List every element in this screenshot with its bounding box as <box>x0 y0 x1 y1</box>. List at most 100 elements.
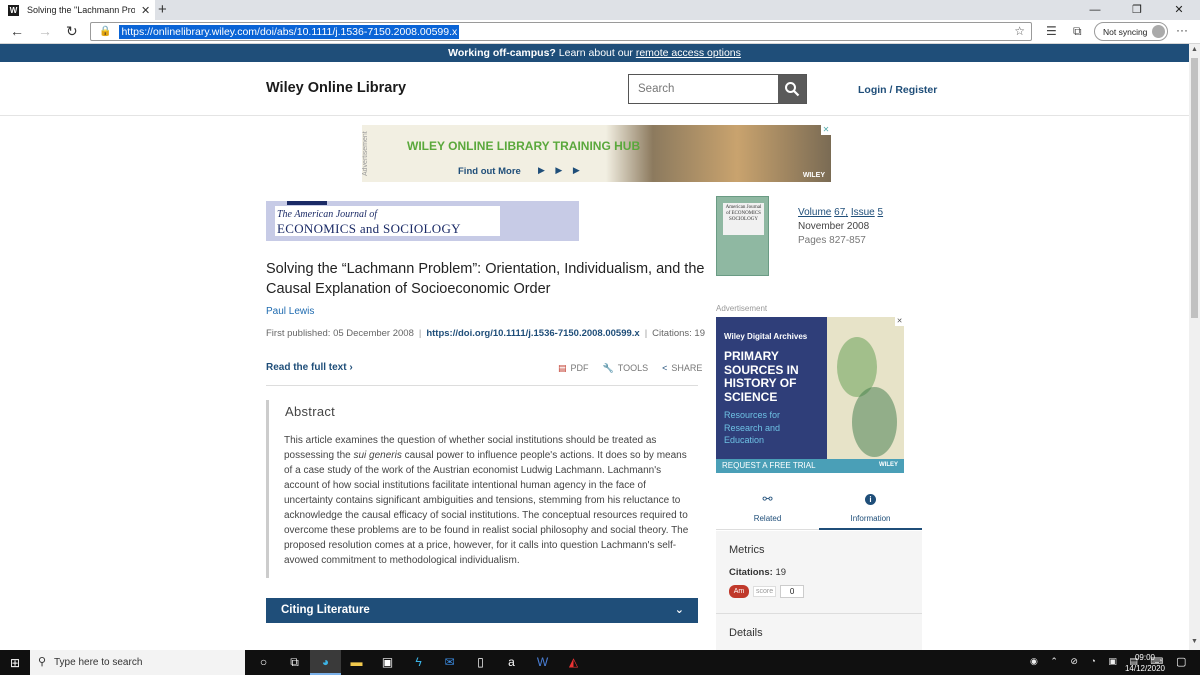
sync-label: Not syncing <box>1103 26 1148 37</box>
scroll-up-icon[interactable]: ▲ <box>1189 46 1200 56</box>
document-icon[interactable]: ▯ <box>465 650 496 675</box>
avatar <box>1152 25 1165 38</box>
acrobat-icon[interactable]: ◭ <box>558 650 589 675</box>
back-icon[interactable]: ← <box>10 23 24 39</box>
close-window-icon[interactable]: ✕ <box>1158 0 1200 20</box>
scroll-down-icon[interactable]: ▼ <box>1189 638 1200 648</box>
digital-archives-ad[interactable]: Wiley Digital Archives PRIMARY SOURCES I… <box>716 317 904 473</box>
free-trial-link[interactable]: REQUEST A FREE TRIAL WILEY <box>716 459 904 473</box>
abstract-heading: Abstract <box>285 404 336 419</box>
new-tab-icon[interactable]: + <box>158 1 167 18</box>
ad-side-logo: WILEY <box>879 462 898 468</box>
refresh-icon[interactable]: ↻ <box>66 23 78 40</box>
notifications-icon[interactable]: ▢ <box>1176 655 1186 668</box>
pdf-button[interactable]: ▤ PDF <box>558 363 589 374</box>
page-scrollbar[interactable]: ▲ ▼ <box>1189 44 1200 650</box>
read-full-text-link[interactable]: Read the full text › <box>266 362 353 373</box>
issue-number-link[interactable]: 5 <box>878 207 884 218</box>
ad-close-icon[interactable]: ✕ <box>821 125 831 135</box>
journal-cover[interactable]: American Journal of ECONOMICS SOCIOLOGY <box>716 196 769 276</box>
banner-bold: Working off-campus? <box>448 47 556 59</box>
lock-icon: 🔒 <box>99 26 112 37</box>
info-icon: i <box>865 494 876 505</box>
ad-side-headline: PRIMARY SOURCES IN HISTORY OF SCIENCE <box>724 349 799 404</box>
journal-banner[interactable]: The American Journal of ECONOMICS and SO… <box>266 201 579 241</box>
task-view-icon[interactable]: ⧉ <box>279 650 310 675</box>
tab-strip: W Solving the "Lachmann Problem ✕ + — ❐ … <box>0 0 1200 20</box>
citing-literature-toggle[interactable]: Citing Literature ⌄ <box>266 598 698 623</box>
search-input[interactable]: Search <box>629 75 778 103</box>
favorite-star-icon[interactable]: ☆ <box>1014 24 1025 38</box>
search-button[interactable] <box>778 75 806 103</box>
clock[interactable]: 09:00 14/12/2020 <box>1124 652 1166 674</box>
window-controls: — ❐ ✕ <box>1074 0 1200 20</box>
citation-count: Citations: 19 <box>652 328 705 339</box>
edge-icon[interactable]: ◕ <box>310 650 341 675</box>
citing-literature-label: Citing Literature <box>281 604 370 616</box>
forward-icon[interactable]: → <box>38 23 52 39</box>
tab-title: Solving the "Lachmann Problem <box>27 5 135 15</box>
share-icon: < <box>662 363 668 373</box>
amazon-icon[interactable]: a <box>496 650 527 675</box>
word-icon[interactable]: W <box>527 650 558 675</box>
first-published-label: First published: <box>266 328 331 339</box>
scrollbar-thumb[interactable] <box>1191 58 1198 318</box>
altmetric-score: 0 <box>780 585 805 598</box>
windows-taskbar: ⊞ ⚲ Type here to search ○ ⧉ ◕ ▬ ▣ ϟ ✉ ▯ … <box>0 650 1200 675</box>
remote-access-link[interactable]: remote access options <box>636 47 741 59</box>
tab-related[interactable]: ⚯ Related <box>716 488 819 530</box>
related-network-icon: ⚯ <box>762 492 773 506</box>
restore-icon[interactable]: ❐ <box>1116 0 1158 20</box>
details-heading[interactable]: Details <box>729 627 763 639</box>
altmetric-icon: Am <box>729 585 749 598</box>
close-tab-icon[interactable]: ✕ <box>141 4 150 17</box>
store-icon[interactable]: ▣ <box>372 650 403 675</box>
metrics-panel: Metrics Citations: 19 Am score 0 Details <box>716 531 922 650</box>
favorites-icon[interactable]: ☰ <box>1046 24 1057 38</box>
pdf-icon: ▤ <box>558 363 567 373</box>
browser-tab[interactable]: W Solving the "Lachmann Problem ✕ <box>0 0 155 20</box>
journal-logo-bar <box>287 201 327 205</box>
mail-icon[interactable]: ✉ <box>434 650 465 675</box>
taskbar-apps: ○ ⧉ ◕ ▬ ▣ ϟ ✉ ▯ a W ◭ <box>248 650 589 675</box>
ad-side-close-icon[interactable]: ✕ <box>895 317 904 326</box>
cortana-icon[interactable]: ○ <box>248 650 279 675</box>
tools-button[interactable]: 🔧 TOOLS <box>603 363 649 374</box>
ad-arrows: ▶ ▶ ▶ <box>538 165 584 175</box>
author-link[interactable]: Paul Lewis <box>266 306 314 317</box>
profile-sync-button[interactable]: Not syncing <box>1094 22 1168 41</box>
side-ad-label: Advertisement <box>716 304 768 313</box>
collections-icon[interactable]: ⧉ <box>1073 24 1082 39</box>
altmetric-badge[interactable]: Am score 0 <box>729 585 805 598</box>
ad-headline: WILEY ONLINE LIBRARY TRAINING HUB <box>407 139 641 153</box>
address-bar[interactable]: 🔒 https://onlinelibrary.wiley.com/doi/ab… <box>90 22 1032 41</box>
issue-link[interactable]: Issue <box>851 207 875 218</box>
doi-link[interactable]: https://doi.org/10.1111/j.1536-7150.2008… <box>426 328 639 339</box>
clock-date: 14/12/2020 <box>1124 664 1166 673</box>
site-logo[interactable]: Wiley Online Library <box>266 80 406 96</box>
tab-information[interactable]: i Information <box>819 488 922 530</box>
app-icon[interactable]: ϟ <box>403 650 434 675</box>
ad-side-subtext: Resources for Research and Education <box>724 410 781 445</box>
search-box[interactable]: Search <box>628 74 807 104</box>
login-register-link[interactable]: Login / Register <box>858 84 937 96</box>
url-text[interactable]: https://onlinelibrary.wiley.com/doi/abs/… <box>119 24 460 39</box>
journal-line2: ECONOMICS and SOCIOLOGY <box>277 221 461 236</box>
volume-number-link[interactable]: 67 <box>834 207 845 218</box>
windows-start-icon[interactable]: ⊞ <box>10 656 20 670</box>
ad-brand-name: Wiley Digital Archives <box>724 332 808 341</box>
file-explorer-icon[interactable]: ▬ <box>341 650 372 675</box>
taskbar-search-placeholder: Type here to search <box>54 657 143 668</box>
journal-line1: The American Journal of <box>277 209 378 220</box>
minimize-icon[interactable]: — <box>1074 0 1116 20</box>
volume-link[interactable]: Volume <box>798 207 831 218</box>
banner-text: Learn about our <box>555 47 636 59</box>
training-hub-ad[interactable]: Advertisement WILEY ONLINE LIBRARY TRAIN… <box>362 125 831 182</box>
share-button[interactable]: < SHARE <box>662 363 702 374</box>
taskbar-search[interactable]: ⚲ Type here to search <box>30 650 245 675</box>
altmetric-label: score <box>753 586 777 597</box>
more-options-icon[interactable]: ··· <box>1176 23 1188 37</box>
journal-logo: The American Journal of ECONOMICS and SO… <box>275 201 500 236</box>
ad-cta: Find out More <box>458 166 521 177</box>
address-toolbar: ← → ↻ 🔒 https://onlinelibrary.wiley.com/… <box>0 20 1200 44</box>
